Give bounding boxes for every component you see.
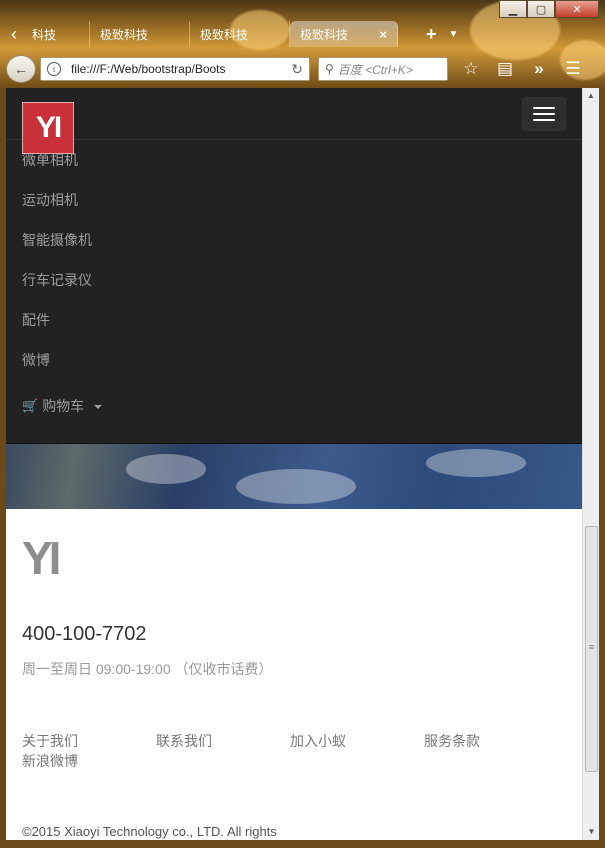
browser-chrome: ▁ ▢ ✕ ‹ 科技 极致科技 极致科技 极致科技 × + ▼ ← i file… (0, 0, 605, 88)
new-tab-button[interactable]: + (426, 24, 437, 45)
hero-banner-image (6, 444, 582, 509)
shopping-cart-icon: 🛒 (22, 398, 39, 413)
search-icon: ⚲ (325, 62, 334, 76)
window-controls: ▁ ▢ ✕ (499, 0, 599, 18)
footer-link-terms[interactable]: 服务条款 (424, 731, 558, 751)
tab-label: 极致科技 (100, 27, 149, 42)
reload-icon[interactable]: ↻ (291, 61, 303, 78)
cart-label: 购物车 (42, 398, 85, 414)
search-placeholder: 百度 <Ctrl+K> (337, 62, 413, 77)
banner-cloud (126, 454, 206, 484)
footer-link-about[interactable]: 关于我们 (22, 731, 156, 751)
navbar-header: YI (6, 88, 582, 154)
maximize-icon[interactable]: ▢ (527, 0, 555, 18)
overflow-chevron-icon[interactable]: » (528, 59, 550, 79)
nav-menu: 微单相机 运动相机 智能摄像机 行车记录仪 配件 微博 🛒 购物车 (6, 140, 582, 426)
vertical-scrollbar[interactable]: ▲ ≡ ▼ (582, 88, 599, 840)
nav-item-accessories[interactable]: 配件 (6, 300, 582, 340)
scroll-down-icon[interactable]: ▼ (583, 824, 600, 840)
menu-icon[interactable]: ☰ (562, 59, 584, 79)
service-hours: 周一至周日 09:00-19:00 （仅收市话费） (22, 661, 273, 677)
scrollbar-thumb[interactable]: ≡ (585, 526, 598, 772)
minimize-icon[interactable]: ▁ (499, 0, 527, 18)
scroll-up-icon[interactable]: ▲ (583, 88, 599, 104)
banner-cloud (236, 469, 356, 504)
site-footer: YI 400-100-7702 周一至周日 09:00-19:00 （仅收市话费… (6, 509, 582, 840)
reading-list-icon[interactable]: ▤ (494, 59, 516, 79)
nav-item-dashcam[interactable]: 行车记录仪 (6, 260, 582, 300)
nav-item-smart-camera[interactable]: 智能摄像机 (6, 220, 582, 260)
hamburger-bar (533, 107, 555, 109)
back-button[interactable]: ← (6, 55, 36, 83)
tab-close-icon[interactable]: × (379, 27, 387, 42)
browser-toolbar: ← i file:///F:/Web/bootstrap/Boots ↻ ⚲ 百… (6, 54, 599, 84)
browser-tab[interactable]: 极致科技 (90, 21, 190, 47)
footer-link-contact[interactable]: 联系我们 (156, 731, 290, 751)
hamburger-bar (533, 119, 555, 121)
bookmark-star-icon[interactable]: ☆ (460, 59, 482, 79)
info-icon[interactable]: i (47, 62, 61, 76)
back-arrow-icon: ← (14, 61, 28, 77)
footer-link-weibo[interactable]: 新浪微博 (22, 751, 156, 771)
browser-tab-active[interactable]: 极致科技 × (290, 21, 398, 47)
banner-cloud (426, 449, 526, 477)
nav-item-mirrorless-camera[interactable]: 微单相机 (6, 140, 582, 180)
page-viewport: YI 微单相机 运动相机 智能摄像机 行车记录仪 配件 微博 🛒 购物车 YI … (6, 88, 582, 840)
search-bar[interactable]: ⚲ 百度 <Ctrl+K> (318, 57, 448, 81)
caret-down-icon (94, 405, 103, 409)
close-window-icon[interactable]: ✕ (555, 0, 599, 18)
tab-strip: ‹ 科技 极致科技 极致科技 极致科技 × + ▼ (6, 20, 458, 48)
tab-list-dropdown-icon[interactable]: ▼ (449, 29, 459, 40)
phone-number: 400-100-7702 (22, 623, 147, 645)
nav-item-weibo[interactable]: 微博 (6, 340, 582, 380)
brand-logo[interactable]: YI (22, 102, 74, 154)
site-navbar: YI 微单相机 运动相机 智能摄像机 行车记录仪 配件 微博 🛒 购物车 (6, 88, 582, 444)
tab-label: 极致科技 (300, 27, 349, 42)
footer-links: 关于我们 联系我们 加入小蚁 服务条款 新浪微博 (22, 731, 562, 771)
copyright-text: ©2015 Xiaoyi Technology co., LTD. All ri… (22, 824, 277, 839)
nav-item-cart-dropdown[interactable]: 🛒 购物车 (6, 386, 582, 426)
hamburger-bar (533, 113, 555, 115)
footer-link-join[interactable]: 加入小蚁 (290, 731, 424, 751)
tab-label: 科技 (32, 27, 57, 42)
tab-label: 极致科技 (200, 27, 249, 42)
nav-item-action-camera[interactable]: 运动相机 (6, 180, 582, 220)
footer-logo: YI (22, 532, 62, 584)
browser-tab[interactable]: 科技 (22, 21, 90, 47)
url-text: file:///F:/Web/bootstrap/Boots (71, 62, 226, 76)
hamburger-toggle-button[interactable] (522, 97, 566, 131)
browser-tab[interactable]: 极致科技 (190, 21, 290, 47)
url-bar[interactable]: i file:///F:/Web/bootstrap/Boots ↻ (40, 57, 310, 81)
tab-scroll-left-icon[interactable]: ‹ (6, 24, 22, 45)
